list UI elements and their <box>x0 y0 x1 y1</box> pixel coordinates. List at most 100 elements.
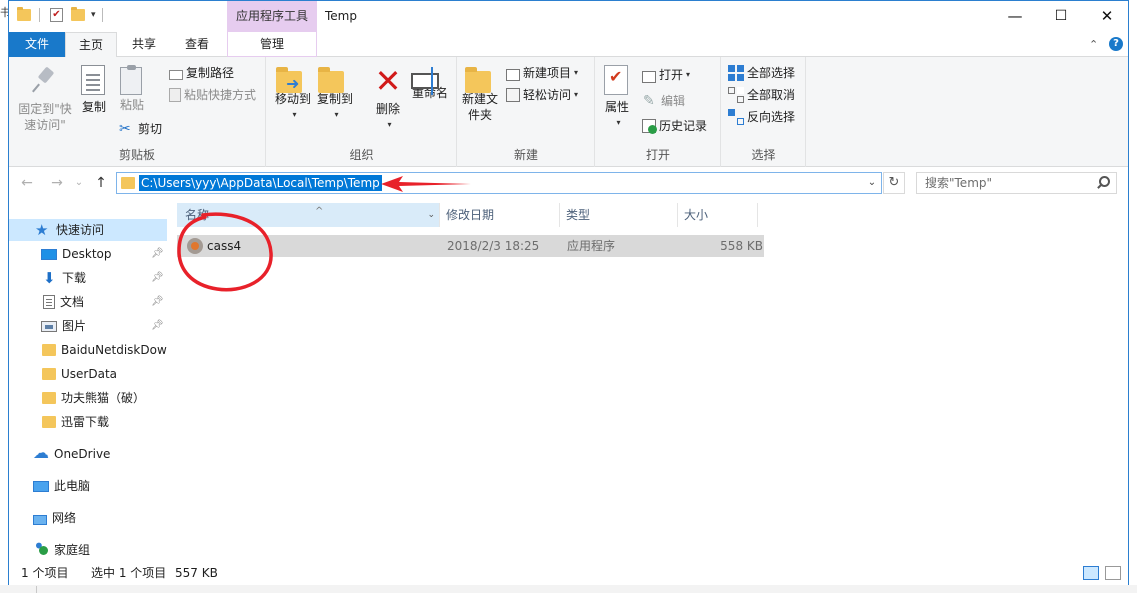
sidebar-item-userdata[interactable]: UserData <box>9 363 167 385</box>
pin-icon <box>29 65 61 97</box>
paste-button[interactable]: 粘贴 <box>115 65 149 113</box>
clipboard-icon <box>120 65 142 95</box>
folder-icon <box>42 392 56 404</box>
copy-path-button[interactable]: 复制路径 <box>169 63 234 83</box>
sidebar-item-network[interactable]: 网络 <box>9 507 167 529</box>
tab-manage[interactable]: 管理 <box>227 32 317 57</box>
column-header-type[interactable]: 类型 <box>560 203 678 227</box>
large-icons-view-icon[interactable] <box>1105 566 1121 580</box>
back-arrow-icon[interactable]: ← <box>17 174 37 192</box>
paste-shortcut-icon <box>169 88 181 102</box>
help-icon[interactable]: ? <box>1109 37 1123 51</box>
copy-to-button[interactable]: 复制到 ▾ <box>315 65 355 123</box>
easy-access-button[interactable]: 轻松访问 ▾ <box>506 85 578 105</box>
sidebar-item-label: UserData <box>61 367 118 381</box>
computer-icon <box>33 480 49 492</box>
open-dropdown-icon: ▾ <box>686 70 691 79</box>
tab-view[interactable]: 查看 <box>171 32 223 57</box>
toolbar-separator <box>101 8 103 22</box>
scissors-icon <box>119 119 135 139</box>
history-button[interactable]: 历史记录 <box>642 116 707 136</box>
search-input[interactable] <box>917 173 1087 193</box>
sidebar-item-pictures[interactable]: 图片 📌︎ <box>9 315 167 337</box>
window-shadow <box>0 585 1137 593</box>
pin-quick-access-button[interactable]: 固定到"快速访问" <box>13 65 77 133</box>
sidebar-item-downloads[interactable]: 下载 📌︎ <box>9 267 167 289</box>
minimize-button[interactable]: — <box>992 1 1038 32</box>
properties-button[interactable]: 属性 ▾ <box>600 65 634 131</box>
details-view-icon[interactable] <box>1083 566 1099 580</box>
folder-icon <box>17 7 31 21</box>
address-bar[interactable]: C:\Users\yyy\AppData\Local\Temp\Temp ⌄ <box>116 172 882 194</box>
annotation-arrow <box>381 176 471 192</box>
file-type: 应用程序 <box>567 239 616 253</box>
folder-icon <box>42 368 56 380</box>
invert-selection-button[interactable]: 反向选择 <box>728 107 795 127</box>
open-label: 打开 <box>659 68 684 82</box>
ribbon-tabs: 文件 主页 共享 查看 管理 ⌃ ? <box>9 32 1128 58</box>
chevron-down-icon[interactable]: ⌄ <box>427 203 435 227</box>
sidebar-item-label: BaiduNetdiskDow <box>61 343 167 357</box>
column-header-size[interactable]: 大小 <box>678 203 758 227</box>
easy-access-dropdown-icon: ▾ <box>574 90 579 99</box>
sidebar-item-onedrive[interactable]: OneDrive <box>9 442 167 465</box>
star-icon <box>35 219 51 241</box>
tab-share[interactable]: 共享 <box>119 32 169 57</box>
search-box[interactable] <box>916 172 1117 194</box>
explorer-window: ✔ ▾ 应用程序工具 Temp — ☐ ✕ 文件 主页 共享 查看 管理 ⌃ ?… <box>8 0 1129 585</box>
window-title: Temp <box>325 9 357 23</box>
collapse-ribbon-icon[interactable]: ⌃ <box>1089 38 1098 51</box>
recent-locations-icon[interactable]: ⌄ <box>69 174 89 192</box>
delete-x-icon: ✕ <box>374 62 402 100</box>
new-folder-button[interactable]: 新建文件夹 <box>462 65 498 123</box>
properties-icon <box>604 65 628 95</box>
status-item-count: 1 个项目 <box>21 566 69 580</box>
cut-label: 剪切 <box>138 122 163 136</box>
rename-button[interactable]: 重命名 <box>409 65 451 101</box>
group-select: 全部选择 全部取消 反向选择 选择 <box>722 57 806 167</box>
sidebar-item-this-pc[interactable]: 此电脑 <box>9 475 167 497</box>
sidebar-item-documents[interactable]: 文档 📌︎ <box>9 291 167 313</box>
cut-button[interactable]: 剪切 <box>119 119 162 139</box>
open-button[interactable]: 打开 ▾ <box>642 65 690 85</box>
close-button[interactable]: ✕ <box>1084 1 1130 32</box>
sidebar-item-kungfu-panda[interactable]: 功夫熊猫（破） <box>9 387 167 409</box>
sidebar-item-label: 迅雷下载 <box>61 415 110 429</box>
tab-home[interactable]: 主页 <box>65 32 117 58</box>
sidebar-item-baidunetdisk[interactable]: BaiduNetdiskDow <box>9 339 167 361</box>
edit-button[interactable]: 编辑 <box>642 91 685 111</box>
delete-button[interactable]: ✕ 删除 ▾ <box>371 65 405 133</box>
new-item-button[interactable]: 新建项目 ▾ <box>506 63 578 83</box>
refresh-button[interactable]: ↻ <box>883 172 905 194</box>
new-item-icon <box>506 69 520 81</box>
up-arrow-icon[interactable]: ↑ <box>91 174 111 192</box>
select-all-button[interactable]: 全部选择 <box>728 63 795 83</box>
sidebar-item-homegroup[interactable]: 家庭组 <box>9 535 167 561</box>
sidebar-item-xunlei-downloads[interactable]: 迅雷下载 <box>9 411 167 433</box>
easy-access-label: 轻松访问 <box>523 88 572 102</box>
forward-arrow-icon[interactable]: → <box>47 174 67 192</box>
pin-icon: 📌︎ <box>151 320 164 331</box>
customize-toolbar-icon[interactable]: ▾ <box>91 10 96 20</box>
sidebar-item-desktop[interactable]: Desktop 📌︎ <box>9 243 167 265</box>
copy-label: 复制 <box>81 100 106 114</box>
sidebar-item-label: 图片 <box>62 319 87 333</box>
properties-quick-icon[interactable]: ✔ <box>50 8 63 22</box>
column-header-modified[interactable]: 修改日期 <box>440 203 560 227</box>
search-icon[interactable] <box>1096 175 1110 189</box>
sidebar-item-label: 网络 <box>52 511 77 525</box>
invert-selection-label: 反向选择 <box>747 110 796 124</box>
select-none-button[interactable]: 全部取消 <box>728 85 795 105</box>
maximize-button[interactable]: ☐ <box>1038 1 1084 32</box>
address-path[interactable]: C:\Users\yyy\AppData\Local\Temp\Temp <box>139 175 382 191</box>
quick-access-toolbar: ✔ ▾ <box>17 7 103 22</box>
rename-icon <box>411 67 439 95</box>
chevron-down-icon[interactable]: ⌄ <box>865 175 879 191</box>
tab-file[interactable]: 文件 <box>9 32 65 57</box>
copy-button[interactable]: 复制 <box>77 65 111 115</box>
sidebar-item-quick-access[interactable]: 快速访问 <box>9 219 167 241</box>
move-to-button[interactable]: 移动到 ▾ <box>273 65 313 123</box>
document-icon <box>43 295 55 309</box>
paste-shortcut-button[interactable]: 粘贴快捷方式 <box>169 85 256 105</box>
new-folder-quick-icon[interactable] <box>71 7 85 21</box>
